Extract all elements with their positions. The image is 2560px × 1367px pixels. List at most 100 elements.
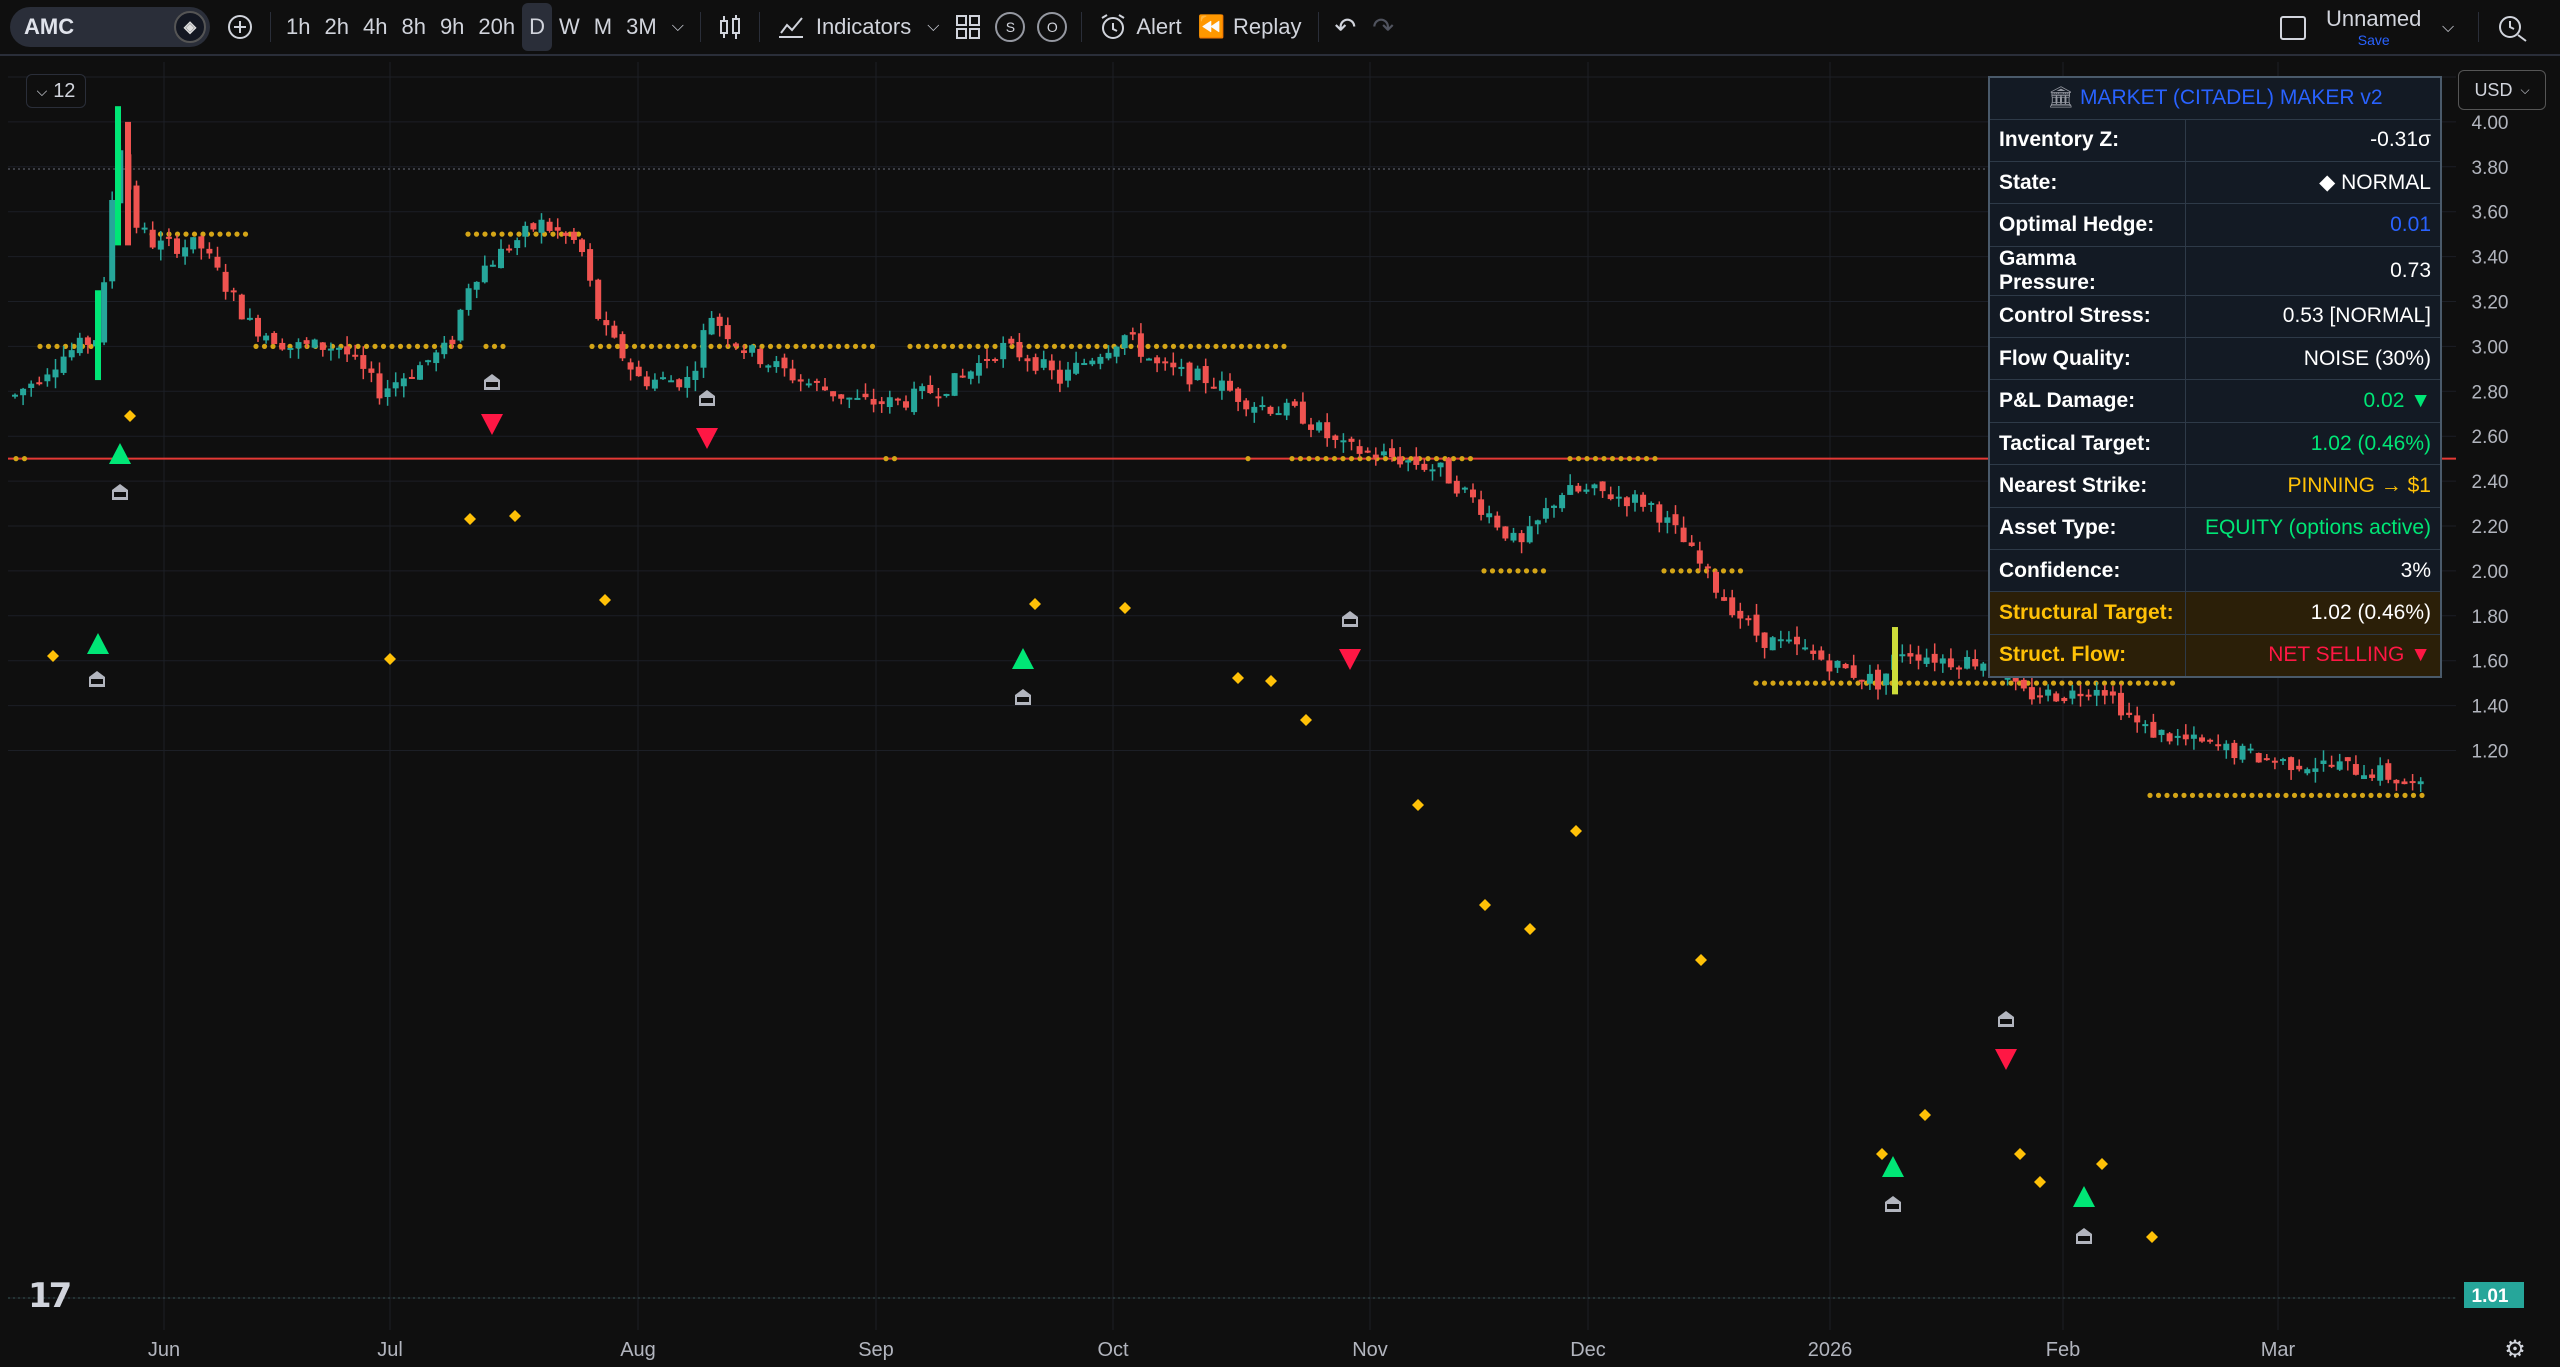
timeframe-20h[interactable]: 20h — [471, 7, 522, 47]
indicator-value: -0.31σ — [2184, 118, 2442, 162]
timeframe-3m[interactable]: 3M — [619, 7, 664, 47]
redo-icon[interactable]: ↷ — [1364, 7, 1402, 47]
candle-body — [1218, 380, 1225, 391]
level-dot — [1102, 343, 1109, 349]
chevron-down-icon: ⌵ — [2520, 82, 2530, 97]
level-dot — [2215, 792, 2221, 799]
templates-grid-icon[interactable] — [947, 7, 989, 47]
indicators-dropdown-icon[interactable]: ⌵ — [919, 7, 947, 47]
level-dot — [801, 343, 808, 349]
level-dot — [2050, 680, 2057, 686]
timeframe-2h[interactable]: 2h — [317, 7, 355, 47]
level-dot — [2325, 792, 2332, 799]
time-label: Jul — [377, 1339, 403, 1361]
currency-select[interactable]: USD ⌵ — [2458, 70, 2546, 110]
timeframe-d[interactable]: D — [522, 3, 553, 51]
level-dot — [2359, 792, 2366, 799]
indicator-label: Inventory Z: — [1988, 118, 2186, 162]
settings-gear-icon[interactable]: ⚙ — [2498, 1335, 2532, 1365]
candle-body — [473, 281, 480, 290]
replay-button[interactable]: ⏪ Replay — [1190, 7, 1310, 47]
level-dot — [2135, 680, 2142, 686]
symbol-info-icon[interactable]: ◈ — [174, 11, 206, 43]
level-dot — [1331, 456, 1338, 462]
candle-type-icon[interactable] — [709, 7, 751, 47]
badge-s-button[interactable]: S — [995, 12, 1026, 42]
level-dot — [1306, 456, 1312, 462]
indicator-row: Inventory Z: -0.31σ — [1988, 118, 2442, 162]
quick-search-icon[interactable] — [2488, 8, 2538, 48]
level-dot — [2110, 680, 2116, 686]
price-tick-label: 2.40 — [2472, 472, 2509, 493]
timeframe-4h[interactable]: 4h — [356, 7, 394, 47]
candle-body — [903, 401, 909, 408]
price-tick-label: 1.60 — [2472, 652, 2509, 673]
alert-button[interactable]: Alert — [1090, 7, 1189, 47]
candle-body — [1615, 496, 1622, 499]
candle-body — [279, 342, 286, 350]
level-dot — [1609, 456, 1616, 462]
price-tick-label: 3.40 — [2472, 248, 2509, 269]
diamond-marker — [509, 510, 521, 522]
candle-body — [303, 340, 310, 344]
symbol-text: AMC — [24, 14, 75, 39]
level-dot — [1297, 456, 1304, 462]
timeframe-w[interactable]: W — [552, 7, 587, 47]
candle-body — [1551, 505, 1557, 508]
level-dot — [1778, 680, 1785, 686]
candle-body — [1056, 369, 1063, 384]
save-label[interactable]: Save — [2326, 32, 2421, 48]
candle-body — [1956, 667, 1962, 670]
timeframe-8h[interactable]: 8h — [394, 7, 432, 47]
candle-body — [2077, 693, 2084, 697]
timeframe-m[interactable]: M — [587, 7, 619, 47]
tradingview-logo[interactable]: 17 — [28, 1276, 72, 1316]
level-dot — [852, 343, 859, 349]
candle-body — [635, 366, 642, 377]
candle-body — [1065, 369, 1071, 381]
level-dot — [1498, 568, 1504, 574]
level-dot — [482, 231, 488, 237]
level-dot — [932, 343, 939, 349]
candle-body — [149, 229, 156, 248]
indicator-row: Optimal Hedge: 0.01 — [1988, 203, 2442, 247]
indicator-value: 1.02 (0.46%) — [2184, 421, 2442, 466]
level-dot — [1601, 456, 1607, 462]
compare-add-icon[interactable] — [218, 7, 262, 47]
undo-icon[interactable]: ↶ — [1327, 7, 1365, 47]
symbol-search[interactable]: AMC ◈ — [10, 7, 210, 47]
bank-icon-body — [89, 677, 105, 686]
layout-dropdown-icon[interactable]: ⌵ — [2434, 8, 2462, 48]
fullscreen-checkbox-icon[interactable] — [2270, 8, 2316, 48]
collapse-indicators-button[interactable]: ⌵ 12 — [26, 74, 86, 108]
level-dot — [1264, 343, 1270, 349]
candle-body — [368, 368, 375, 373]
candle-body — [1040, 359, 1047, 368]
level-dot — [2419, 792, 2425, 799]
level-dot — [499, 231, 505, 237]
chevron-down-icon: ⌵ — [36, 82, 48, 99]
indicators-button[interactable]: Indicators — [768, 7, 919, 47]
candle-body — [1421, 463, 1428, 470]
badge-o-button[interactable]: O — [1037, 12, 1068, 42]
level-dot — [2059, 680, 2065, 686]
level-dot — [2368, 792, 2374, 799]
candle-body — [1397, 456, 1404, 465]
price-tick-label: 1.80 — [2472, 607, 2509, 628]
indicators-label: Indicators — [815, 14, 912, 39]
indicator-row: P&L Damage: 0.02 ▼ — [1988, 379, 2442, 423]
timeframe-9h[interactable]: 9h — [433, 7, 471, 47]
layout-name-button[interactable]: Unnamed Save — [2326, 6, 2421, 48]
level-dot — [261, 343, 268, 349]
timeframe-1h[interactable]: 1h — [279, 7, 317, 47]
time-label: Dec — [1570, 1339, 1606, 1361]
candle-body — [975, 363, 982, 376]
indicator-label: Optimal Hedge: — [1988, 203, 2186, 247]
level-dot — [1365, 456, 1372, 462]
price-tick-label: 2.60 — [2472, 427, 2509, 448]
candle-body — [692, 370, 699, 381]
timeframe-dropdown-icon[interactable]: ⌵ — [664, 7, 692, 47]
level-dot — [2393, 792, 2400, 799]
level-dot — [1914, 680, 1921, 686]
level-dot — [606, 343, 612, 349]
